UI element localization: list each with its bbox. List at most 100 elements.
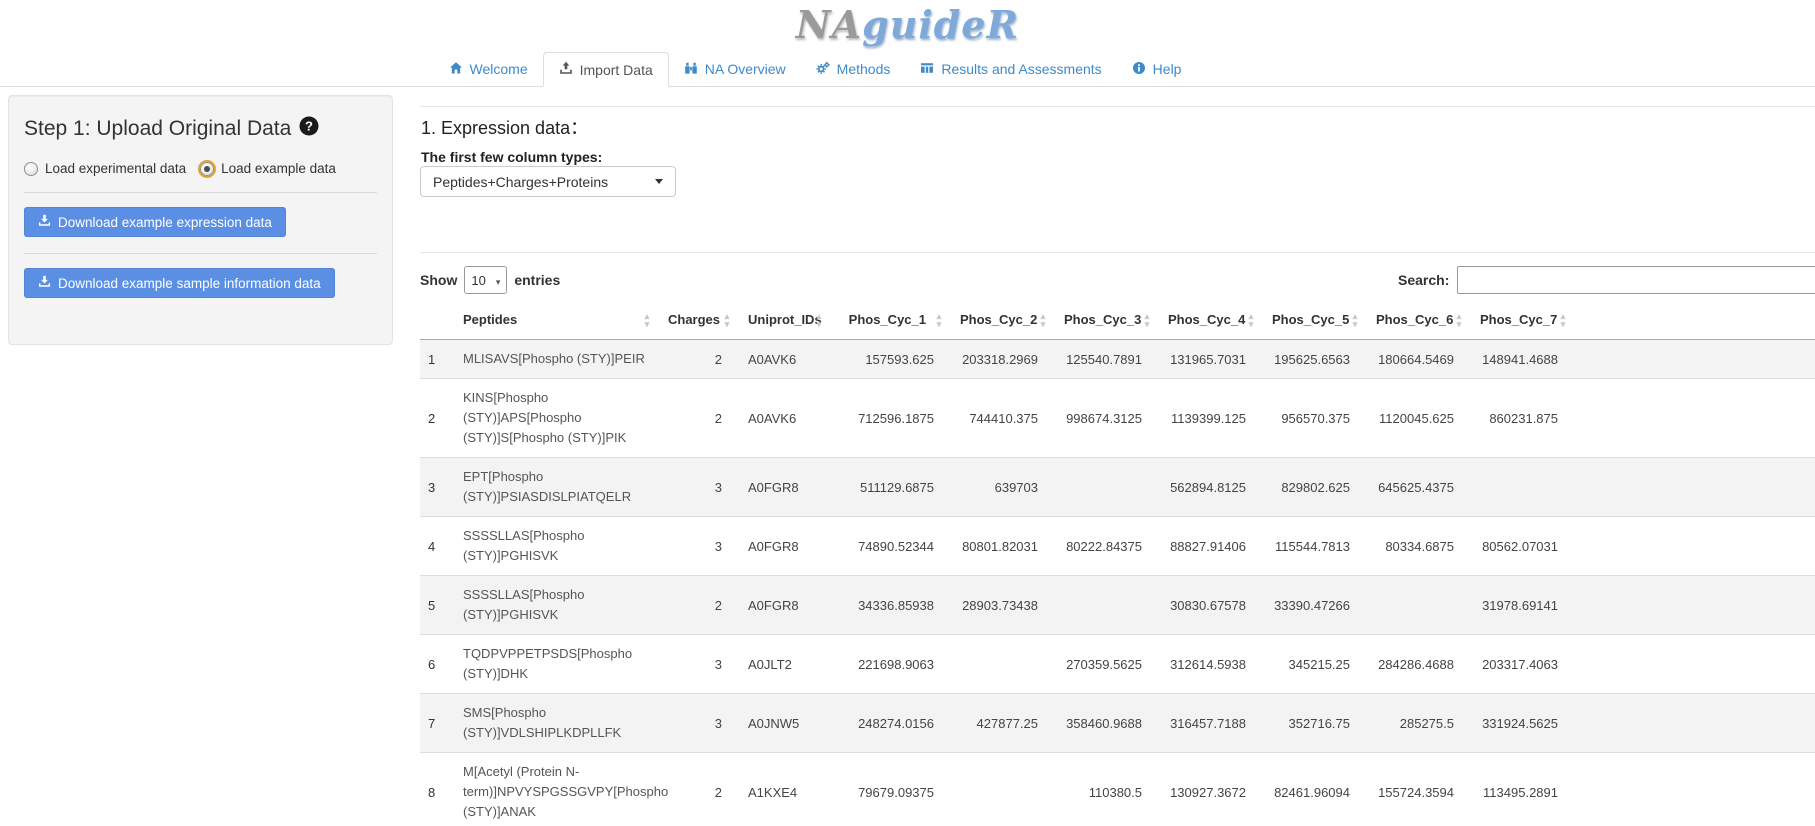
main-nav: Welcome Import Data NA Overview Methods … — [0, 52, 1815, 87]
radio-load-experimental[interactable]: Load experimental data — [24, 161, 186, 176]
value-cell: 130927.3672 — [1160, 753, 1264, 826]
step1-panel: Step 1: Upload Original Data ? Load expe… — [8, 95, 393, 345]
value-cell: 148941.4688 — [1472, 340, 1576, 379]
value-cell: 203317.4063 — [1472, 635, 1576, 694]
tab-label: Results and Assessments — [941, 61, 1101, 77]
value-cell: 195625.6563 — [1264, 340, 1368, 379]
row-index-cell: 1 — [420, 340, 455, 379]
column-header-label: Phos_Cyc_3 — [1064, 312, 1141, 327]
column-header-uniprot_ids[interactable]: Uniprot_IDs — [740, 300, 832, 340]
column-header-phos_cyc_7[interactable]: Phos_Cyc_7 — [1472, 300, 1576, 340]
search-input[interactable] — [1457, 266, 1815, 294]
data-source-radio-group: Load experimental data Load example data — [24, 161, 377, 176]
search-label: Search: — [1398, 272, 1449, 288]
show-label: Show — [420, 272, 457, 288]
column-header-phos_cyc_4[interactable]: Phos_Cyc_4 — [1160, 300, 1264, 340]
value-cell: 30830.67578 — [1160, 576, 1264, 635]
tab-na-overview[interactable]: NA Overview — [669, 52, 801, 86]
table-row: 6TQDPVPPETPSDS[Phospho (STY)]DHK3A0JLT22… — [420, 635, 1815, 694]
value-cell: 80334.6875 — [1368, 517, 1472, 576]
download-icon — [38, 214, 51, 230]
search-control: Search: — [1398, 266, 1815, 294]
tab-welcome[interactable]: Welcome — [434, 52, 543, 86]
sort-icon — [814, 312, 824, 328]
value-cell: 80222.84375 — [1056, 517, 1160, 576]
page-length-select[interactable]: 10 — [464, 266, 507, 294]
uniprot-cell: A0JLT2 — [740, 635, 832, 694]
value-cell: 639703 — [952, 458, 1056, 517]
value-cell: 80562.07031 — [1472, 517, 1576, 576]
tab-results-and-assessments[interactable]: Results and Assessments — [905, 52, 1116, 86]
value-cell: 270359.5625 — [1056, 635, 1160, 694]
filler-cell — [1576, 635, 1815, 694]
value-cell: 203318.2969 — [952, 340, 1056, 379]
button-label: Download example sample information data — [58, 276, 321, 291]
download-expression-button[interactable]: Download example expression data — [24, 207, 286, 237]
radio-label: Load experimental data — [45, 161, 186, 176]
value-cell: 998674.3125 — [1056, 379, 1160, 458]
peptide-cell: KINS[Phospho (STY)]APS[Phospho (STY)]S[P… — [455, 379, 660, 458]
column-header-phos_cyc_1[interactable]: Phos_Cyc_1 — [832, 300, 952, 340]
value-cell: 125540.7891 — [1056, 340, 1160, 379]
value-cell: 110380.5 — [1056, 753, 1160, 826]
radio-unchecked-icon — [24, 162, 38, 176]
value-cell: 248274.0156 — [832, 694, 952, 753]
table-row: 5SSSSLLAS[Phospho (STY)]PGHISVK2A0FGR834… — [420, 576, 1815, 635]
table-row: 3EPT[Phospho (STY)]PSIASDISLPIATQELR3A0F… — [420, 458, 1815, 517]
tab-label: Help — [1153, 61, 1182, 77]
download-sample-info-button[interactable]: Download example sample information data — [24, 268, 335, 298]
sort-icon — [1558, 312, 1568, 328]
charge-cell: 2 — [660, 753, 740, 826]
column-header-label: Phos_Cyc_7 — [1480, 312, 1557, 327]
value-cell: 34336.85938 — [832, 576, 952, 635]
value-cell: 82461.96094 — [1264, 753, 1368, 826]
value-cell: 511129.6875 — [832, 458, 952, 517]
table-row: 8M[Acetyl (Protein N-term)]NPVYSPGSSGVPY… — [420, 753, 1815, 826]
radio-load-example[interactable]: Load example data — [200, 161, 336, 176]
sort-icon — [1246, 312, 1256, 328]
value-cell — [952, 753, 1056, 826]
tab-methods[interactable]: Methods — [801, 52, 906, 86]
question-circle-icon[interactable]: ? — [299, 116, 319, 141]
column-header-phos_cyc_6[interactable]: Phos_Cyc_6 — [1368, 300, 1472, 340]
row-index-cell: 7 — [420, 694, 455, 753]
value-cell: 1139399.125 — [1160, 379, 1264, 458]
value-cell: 352716.75 — [1264, 694, 1368, 753]
divider — [420, 106, 1815, 107]
value-cell: 829802.625 — [1264, 458, 1368, 517]
logo-text-na: NA — [796, 2, 862, 47]
table-header-row: Peptides ChargesUniprot_IDsPhos_Cyc_1 Phos… — [420, 300, 1815, 340]
column-types-dropdown[interactable]: Peptides+Charges+Proteins — [420, 166, 676, 197]
peptide-cell: EPT[Phospho (STY)]PSIASDISLPIATQELR — [455, 458, 660, 517]
value-cell: 74890.52344 — [832, 517, 952, 576]
radio-checked-icon — [200, 162, 214, 176]
filler-cell — [1576, 458, 1815, 517]
column-header-phos_cyc_2[interactable]: Phos_Cyc_2 — [952, 300, 1056, 340]
column-header-label: Phos_Cyc_2 — [960, 312, 1037, 327]
value-cell: 427877.25 — [952, 694, 1056, 753]
sort-icon — [1454, 312, 1464, 328]
value-cell: 157593.625 — [832, 340, 952, 379]
column-header-peptides[interactable]: Peptides — [455, 300, 660, 340]
peptide-cell: M[Acetyl (Protein N-term)]NPVYSPGSSGVPY[… — [455, 753, 660, 826]
chevron-down-icon — [655, 179, 663, 184]
value-cell: 744410.375 — [952, 379, 1056, 458]
filler-cell — [1576, 694, 1815, 753]
sort-icon — [722, 312, 732, 328]
table-row: 7SMS[Phospho (STY)]VDLSHIPLKDPLLFK3A0JNW… — [420, 694, 1815, 753]
value-cell: 88827.91406 — [1160, 517, 1264, 576]
sort-icon — [934, 312, 944, 328]
uniprot-cell: A0FGR8 — [740, 576, 832, 635]
tab-help[interactable]: Help — [1117, 52, 1197, 86]
column-header-label: Peptides — [463, 312, 517, 327]
upload-icon — [559, 61, 573, 78]
button-label: Download example expression data — [58, 215, 272, 230]
sort-icon — [1142, 312, 1152, 328]
divider — [24, 253, 377, 254]
column-header-phos_cyc_5[interactable]: Phos_Cyc_5 — [1264, 300, 1368, 340]
tab-import-data[interactable]: Import Data — [543, 52, 669, 87]
column-header-charges[interactable]: Charges — [660, 300, 740, 340]
select-caret-icon — [496, 273, 501, 288]
column-header-phos_cyc_3[interactable]: Phos_Cyc_3 — [1056, 300, 1160, 340]
value-cell — [1056, 458, 1160, 517]
